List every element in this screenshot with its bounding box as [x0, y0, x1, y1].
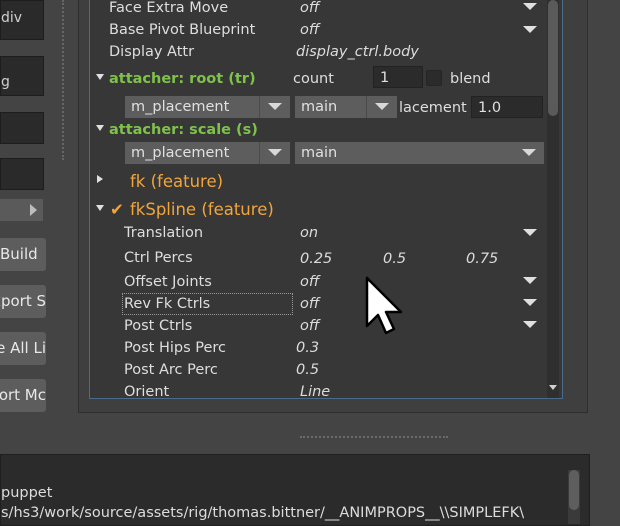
fk-expand-icon[interactable] [97, 175, 103, 183]
base-pivot-blueprint-value[interactable]: off [300, 19, 319, 41]
fkspline-check-icon[interactable]: ✔ [110, 197, 124, 223]
splitter-handle[interactable] [62, 0, 64, 160]
offset-joints-label: Offset Joints [124, 274, 212, 290]
left-field-a[interactable] [0, 112, 44, 144]
post-hips-perc-label: Post Hips Perc [124, 340, 227, 356]
display-attr-value[interactable]: display_ctrl.body [296, 41, 419, 63]
fk-feature-label[interactable]: fk (feature) [130, 169, 223, 195]
select-all-button[interactable]: e All Li [0, 332, 46, 365]
scroll-down-icon[interactable] [549, 385, 557, 390]
left-column: div g Build xport S e All Li ort Mc [0, 0, 58, 430]
rev-fk-ctrls-value[interactable]: off [300, 293, 319, 315]
ctrl-perc-value-1[interactable]: 0.25 [300, 248, 332, 270]
post-ctrls-label: Post Ctrls [124, 318, 193, 334]
orient-value[interactable]: Line [300, 381, 330, 398]
count-label: count [293, 71, 334, 87]
console-scrollbar[interactable] [568, 470, 580, 524]
chevron-down-icon[interactable] [268, 149, 282, 156]
horizontal-splitter-handle[interactable] [300, 436, 448, 438]
console-scrollbar-thumb[interactable] [569, 470, 579, 510]
ctrl-perc-value-2[interactable]: 0.5 [383, 248, 406, 270]
scroll-right-icon[interactable] [30, 204, 37, 216]
blend-label: blend [450, 71, 491, 87]
post-hips-perc-value[interactable]: 0.3 [296, 337, 319, 359]
translation-dropdown-icon[interactable] [523, 229, 537, 236]
export-button[interactable]: xport S [0, 285, 46, 318]
import-button[interactable]: ort Mc [0, 379, 46, 412]
rev-fk-ctrls-label: Rev Fk Ctrls [124, 296, 211, 312]
post-arc-perc-label: Post Arc Perc [124, 362, 218, 378]
fkspline-feature-label[interactable]: fkSpline (feature) [130, 197, 274, 223]
left-scrollbar[interactable] [0, 199, 43, 221]
build-button[interactable]: Build [0, 238, 46, 271]
attacher-root-expand-icon[interactable] [96, 74, 104, 80]
attacher-scale-expand-icon[interactable] [96, 125, 104, 131]
script-console[interactable]: puppet s/hs3/work/source/assets/rig/thom… [0, 454, 590, 526]
attacher-scale-placement-combo[interactable]: m_placement [125, 142, 290, 164]
placement-weight-label: lacement [399, 100, 467, 116]
ctrl-perc-value-3[interactable]: 0.75 [466, 248, 498, 270]
offset-joints-dropdown-icon[interactable] [523, 277, 537, 284]
console-line-1: puppet [1, 485, 53, 501]
left-field-top-text: div [1, 10, 23, 26]
post-ctrls-dropdown-icon[interactable] [523, 321, 537, 328]
placement-weight-field[interactable]: 1.0 [471, 96, 543, 118]
offset-joints-value[interactable]: off [300, 271, 319, 293]
left-field-mid[interactable]: g [0, 56, 44, 96]
attacher-scale-main-combo[interactable]: main [295, 142, 544, 164]
base-pivot-blueprint-dropdown-icon[interactable] [523, 26, 537, 33]
fkspline-expand-icon[interactable] [96, 205, 104, 211]
attacher-root-placement-combo[interactable]: m_placement [125, 96, 290, 118]
left-field-top[interactable]: div [0, 0, 44, 40]
post-ctrls-value[interactable]: off [300, 315, 319, 337]
count-field[interactable]: 1 [373, 66, 423, 88]
face-extra-move-dropdown-icon[interactable] [523, 3, 537, 10]
clip-region: Orient Line [90, 380, 546, 398]
translation-label: Translation [124, 225, 204, 241]
face-extra-move-value[interactable]: off [300, 0, 319, 19]
face-extra-move-label: Face Extra Move [109, 0, 229, 16]
chevron-down-icon[interactable] [268, 103, 282, 110]
attacher-root-main-combo[interactable]: main [295, 96, 397, 118]
scrollbar-thumb[interactable] [548, 0, 558, 116]
post-arc-perc-value[interactable]: 0.5 [296, 359, 319, 381]
attacher-scale-title: attacher: scale (s) [109, 122, 258, 138]
left-field-mid-text: g [1, 74, 10, 90]
left-field-b[interactable] [0, 158, 44, 190]
blend-checkbox[interactable] [426, 70, 442, 86]
attacher-root-title: attacher: root (tr) [109, 71, 256, 87]
ctrl-percs-label: Ctrl Percs [124, 250, 193, 266]
chevron-down-icon[interactable] [522, 149, 536, 156]
attribute-panel-scrollbar[interactable] [547, 0, 559, 398]
console-line-2: s/hs3/work/source/assets/rig/thomas.bitt… [1, 505, 525, 521]
chevron-down-icon[interactable] [375, 103, 389, 110]
translation-value[interactable]: on [300, 222, 318, 244]
rev-fk-ctrls-dropdown-icon[interactable] [523, 299, 537, 306]
display-attr-label: Display Attr [109, 44, 195, 60]
orient-label: Orient [124, 384, 170, 398]
mouse-cursor-icon [360, 270, 410, 344]
base-pivot-blueprint-label: Base Pivot Blueprint [109, 22, 256, 38]
